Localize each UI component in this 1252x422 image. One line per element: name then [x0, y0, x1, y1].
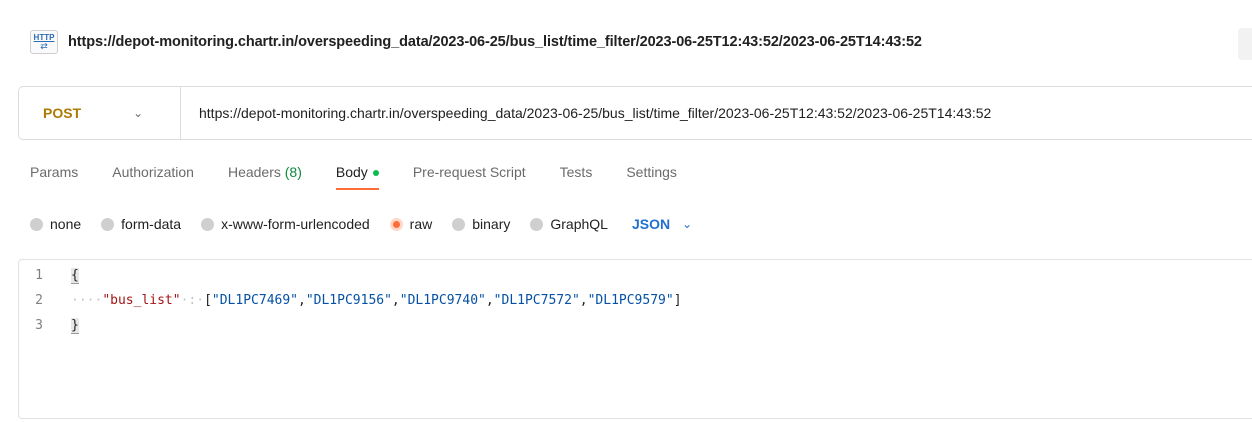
radio-circle: [101, 217, 115, 231]
tab-headers[interactable]: Headers (8): [228, 160, 302, 192]
radio-raw[interactable]: raw: [389, 216, 433, 232]
bracket-close: ]: [673, 292, 682, 308]
comma: ,: [485, 292, 494, 308]
open-brace: {: [71, 267, 79, 284]
radio-circle: [30, 217, 43, 231]
comma: ,: [298, 292, 306, 308]
tab-tests[interactable]: Tests: [560, 160, 593, 192]
request-tabs: Params Authorization Headers (8) Body Pr…: [30, 160, 711, 192]
tab-params[interactable]: Params: [30, 160, 78, 192]
radio-graphql[interactable]: GraphQL: [530, 216, 608, 232]
tab-body[interactable]: Body: [335, 160, 379, 192]
radio-none-label: none: [50, 216, 82, 232]
http-icon: HTTP ⇄: [30, 30, 58, 54]
chevron-down-icon: ⌄: [133, 106, 144, 120]
code-text: }: [71, 317, 79, 334]
radio-form-data-label: form-data: [121, 216, 182, 232]
method-select[interactable]: POST ⌄: [19, 87, 181, 139]
code-line: 3 }: [19, 315, 79, 335]
code-line: 1 {: [19, 265, 79, 285]
radio-binary[interactable]: binary: [452, 216, 510, 232]
radio-graphql-label: GraphQL: [550, 216, 608, 232]
radio-circle: [452, 217, 466, 231]
radio-circle: [530, 217, 544, 231]
tab-headers-label: Headers: [227, 164, 281, 180]
tab-authorization-label: Authorization: [112, 164, 194, 180]
save-button-stub[interactable]: [1238, 28, 1252, 60]
request-title-row: HTTP ⇄ https://depot-monitoring.chartr.i…: [30, 28, 922, 56]
body-type-options: none form-data x-www-form-urlencoded raw…: [30, 211, 692, 237]
tab-prerequest-script[interactable]: Pre-request Script: [413, 160, 526, 192]
json-value: "DL1PC7572": [493, 292, 580, 308]
raw-format-select[interactable]: JSON ⌄: [632, 216, 692, 232]
radio-urlencoded[interactable]: x-www-form-urlencoded: [201, 216, 370, 232]
json-key: "bus_list": [102, 292, 181, 308]
separator-whitespace: ·:·: [180, 292, 205, 308]
tab-settings[interactable]: Settings: [626, 160, 677, 192]
tab-body-label: Body: [335, 164, 368, 180]
swap-arrows-icon: ⇄: [40, 41, 48, 51]
radio-binary-label: binary: [472, 216, 511, 232]
json-value: "DL1PC9156": [305, 292, 392, 308]
comma: ,: [391, 292, 400, 308]
radio-circle-selected: [389, 217, 403, 231]
comma: ,: [579, 292, 588, 308]
url-bar: POST ⌄ https://depot-monitoring.chartr.i…: [18, 86, 1252, 140]
close-brace: }: [71, 317, 79, 334]
raw-format-label: JSON: [631, 216, 671, 232]
radio-raw-label: raw: [409, 216, 433, 232]
bracket-open: [: [204, 292, 212, 308]
line-number: 1: [35, 267, 43, 283]
indent-whitespace: ····: [71, 292, 103, 308]
json-value: "DL1PC7469": [211, 292, 298, 308]
tab-prerequest-label: Pre-request Script: [412, 164, 526, 180]
json-value: "DL1PC9579": [587, 292, 674, 308]
code-line: 2 ····"bus_list"·:·["DL1PC7469","DL1PC91…: [19, 290, 682, 310]
tab-authorization[interactable]: Authorization: [112, 160, 194, 192]
request-name[interactable]: https://depot-monitoring.chartr.in/overs…: [68, 34, 922, 50]
method-label: POST: [43, 105, 82, 121]
radio-none[interactable]: none: [30, 216, 81, 232]
radio-form-data[interactable]: form-data: [101, 216, 181, 232]
url-input[interactable]: https://depot-monitoring.chartr.in/overs…: [181, 105, 991, 121]
tab-tests-label: Tests: [559, 164, 593, 180]
body-indicator-dot: [372, 170, 379, 177]
line-number: 3: [35, 317, 43, 333]
line-number: 2: [35, 292, 43, 308]
body-code-editor[interactable]: 1 { 2 ····"bus_list"·:·["DL1PC7469","DL1…: [18, 259, 1252, 419]
radio-urlencoded-label: x-www-form-urlencoded: [221, 216, 370, 232]
code-text: {: [71, 267, 79, 284]
radio-circle: [201, 217, 215, 231]
headers-count: (8): [284, 164, 302, 180]
code-text: ····"bus_list"·:·["DL1PC7469","DL1PC9156…: [71, 293, 682, 308]
tab-settings-label: Settings: [626, 164, 677, 180]
json-value: "DL1PC9740": [399, 292, 486, 308]
tab-params-label: Params: [30, 164, 79, 180]
chevron-down-icon: ⌄: [682, 217, 693, 231]
